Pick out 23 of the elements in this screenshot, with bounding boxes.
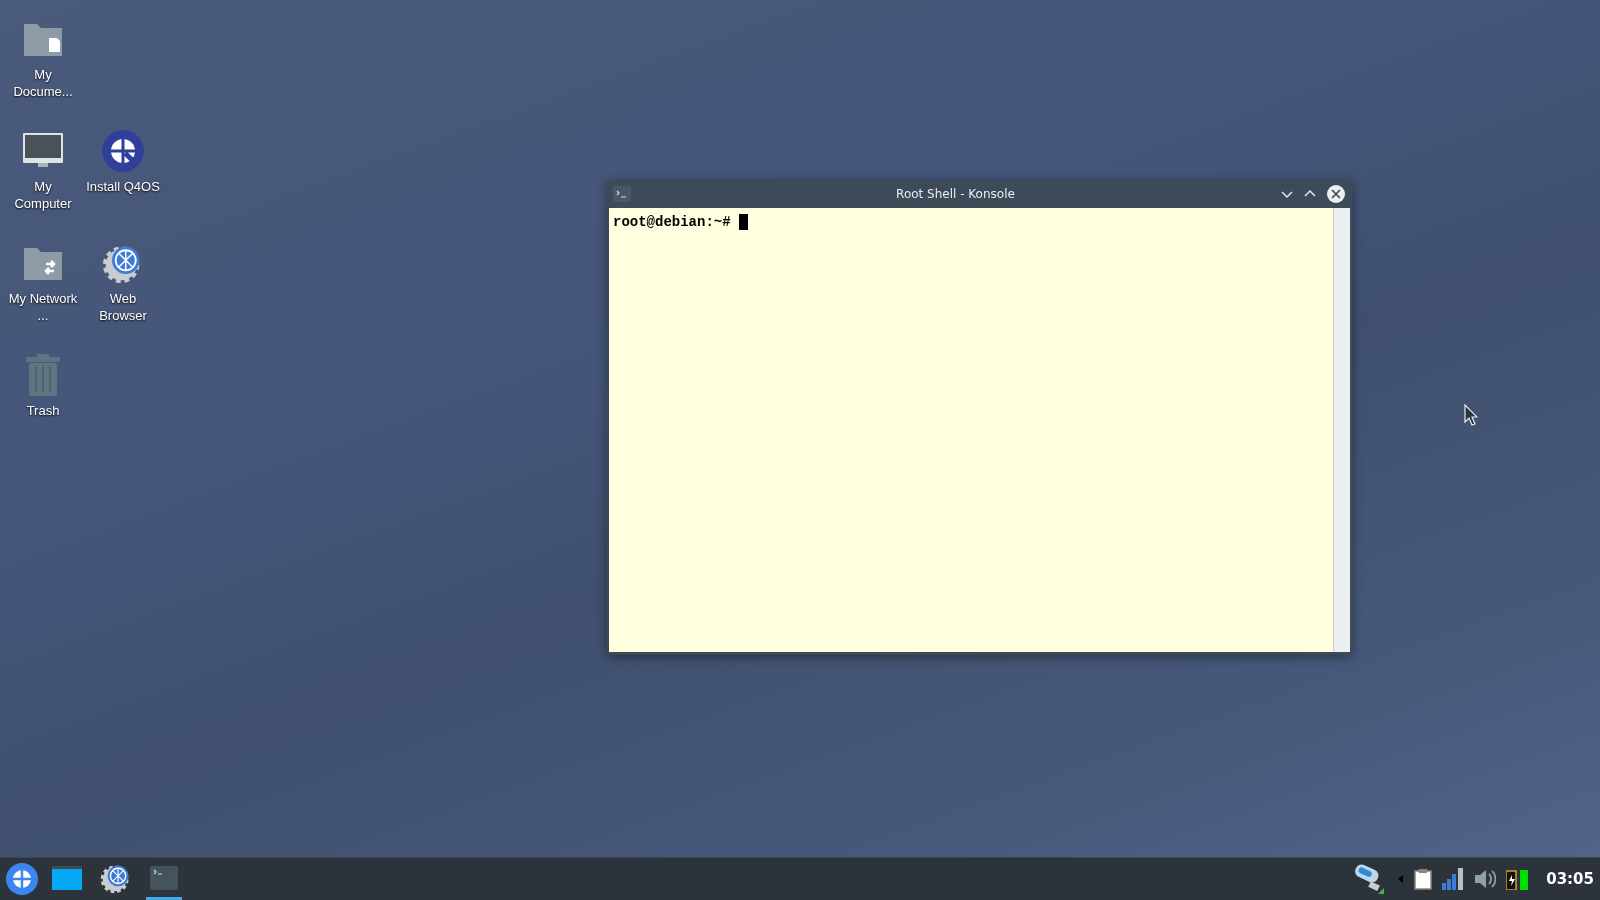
desktop-icon-label[interactable]: My Docume...: [6, 66, 80, 100]
signal-bars-icon[interactable]: [1442, 868, 1465, 890]
terminal-icon: [613, 186, 631, 202]
scrollbar[interactable]: [1333, 208, 1350, 652]
clock[interactable]: 03:05: [1546, 870, 1594, 888]
desktop-icon-label[interactable]: Install Q4OS: [86, 178, 160, 195]
shell-prompt: root@debian:~#: [613, 214, 731, 230]
installer-logo-icon[interactable]: [102, 130, 144, 172]
terminal-icon: [150, 865, 178, 890]
close-icon[interactable]: [1326, 184, 1346, 204]
text-cursor: [738, 214, 748, 230]
clipboard-icon[interactable]: [1414, 868, 1433, 890]
desktop-icon-label[interactable]: My Network ...: [6, 290, 80, 324]
desktop-icon-label[interactable]: Web Browser: [86, 290, 160, 324]
desktop-icon-label[interactable]: My Computer: [6, 178, 80, 212]
terminal-area[interactable]: root@debian:~#: [609, 208, 1333, 652]
battery-icon[interactable]: [1506, 868, 1531, 890]
window-icon: [52, 865, 82, 890]
mouse-pointer-icon: [1464, 404, 1478, 426]
start-menu-icon[interactable]: [6, 863, 38, 895]
speaker-icon[interactable]: [1474, 868, 1497, 890]
desktop-icon-label[interactable]: Trash: [6, 402, 80, 419]
window-title: Root Shell - Konsole: [895, 187, 1016, 201]
